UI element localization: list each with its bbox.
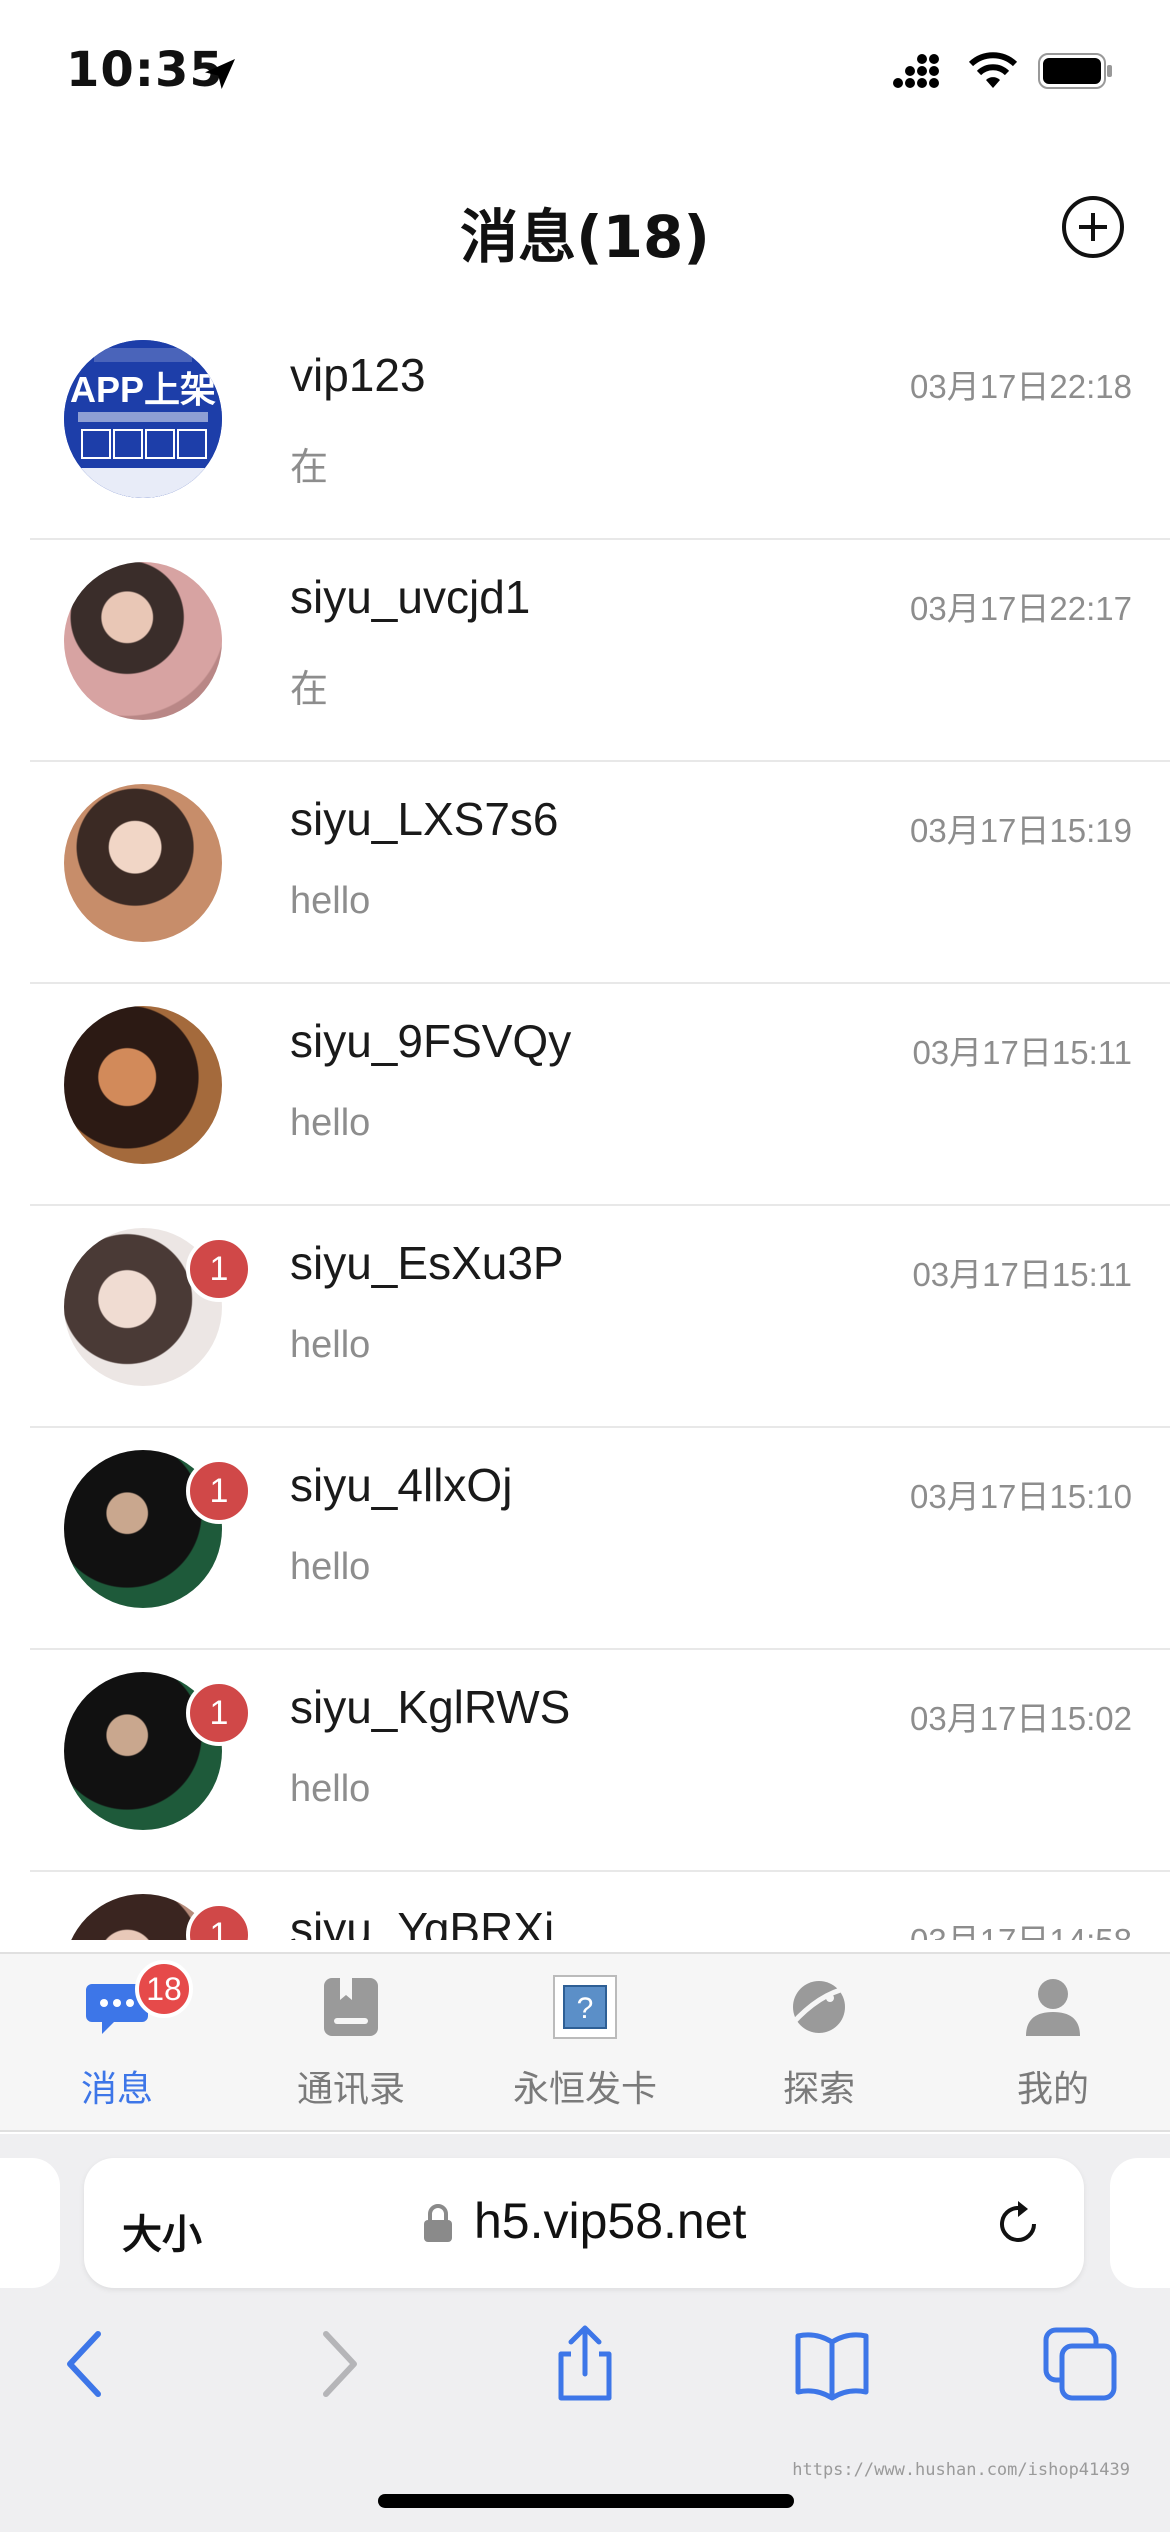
conversation-row[interactable]: APP上架 vip123 在 03月17日22:18 — [0, 318, 1170, 540]
avatar — [64, 784, 222, 942]
tab-unread-badge: 18 — [135, 1960, 193, 2018]
unread-badge: 1 — [186, 1458, 252, 1524]
share-button[interactable] — [545, 2324, 625, 2404]
contact-name: siyu_EsXu3P — [290, 1237, 564, 1289]
tab-bar: 18 消息 通讯录 ? 永恒发卡 探索 我的 — [0, 1952, 1170, 2132]
contact-name: siyu_9FSVQy — [290, 1015, 572, 1067]
conversation-row[interactable]: 1 siyu_YqBRXi 03月17日14:58 — [0, 1872, 1170, 1940]
last-message: hello — [290, 1324, 371, 1366]
avatar — [64, 562, 222, 720]
watermark-text: https://www.hushan.com/ishop41439 — [792, 2460, 1130, 2480]
contact-name: siyu_LXS7s6 — [290, 793, 559, 845]
header: 消息(18) — [0, 150, 1170, 300]
reload-icon[interactable] — [992, 2198, 1044, 2250]
contact-name: siyu_uvcjd1 — [290, 571, 531, 623]
conversation-row[interactable]: 1 siyu_4llxOj hello 03月17日15:10 — [0, 1428, 1170, 1650]
last-message: hello — [290, 1768, 371, 1810]
contact-name: vip123 — [290, 349, 426, 401]
last-message: hello — [290, 1102, 371, 1144]
message-time: 03月17日22:17 — [910, 590, 1132, 627]
tabs-button[interactable] — [1040, 2324, 1120, 2404]
last-message: hello — [290, 880, 371, 922]
person-icon — [1026, 1979, 1080, 2036]
home-indicator[interactable] — [378, 2494, 794, 2508]
message-time: 03月17日15:02 — [910, 1700, 1132, 1737]
conversation-row[interactable]: 1 siyu_EsXu3P hello 03月17日15:11 — [0, 1206, 1170, 1428]
last-message: 在 — [290, 669, 329, 711]
last-message: hello — [290, 1546, 371, 1588]
browser-chrome: 大小 h5.vip58.net https://www.hushan.com/i… — [0, 2134, 1170, 2532]
message-time: 03月17日22:18 — [910, 368, 1132, 405]
wifi-icon — [968, 52, 1018, 88]
tab-me[interactable]: 我的 — [953, 1974, 1153, 2124]
address-bar[interactable]: 大小 h5.vip58.net — [84, 2158, 1084, 2288]
question-mark-image-icon: ? — [553, 1975, 617, 2039]
svg-text:?: ? — [577, 1992, 594, 2025]
bookmarks-button[interactable] — [792, 2324, 872, 2404]
conversation-row[interactable]: siyu_9FSVQy hello 03月17日15:11 — [0, 984, 1170, 1206]
previous-tab-card[interactable] — [0, 2158, 60, 2288]
status-bar: 10:35 — [0, 0, 1170, 150]
avatar — [64, 1006, 222, 1164]
contact-name: siyu_KglRWS — [290, 1681, 571, 1733]
add-button[interactable] — [1061, 195, 1125, 259]
url-text: h5.vip58.net — [474, 2193, 747, 2249]
avatar-logo-text: APP上架 — [70, 369, 216, 410]
last-message: 在 — [290, 447, 329, 489]
next-tab-card[interactable] — [1110, 2158, 1170, 2288]
conversation-list[interactable]: APP上架 vip123 在 03月17日22:18 siyu_uvcjd1 在… — [0, 318, 1170, 1940]
tab-label: 消息 — [80, 2069, 153, 2110]
battery-icon — [1038, 53, 1112, 89]
message-time: 03月17日14:58 — [910, 1914, 1132, 1940]
back-button[interactable] — [46, 2324, 126, 2404]
tab-card[interactable]: ? 永恒发卡 — [485, 1974, 685, 2124]
conversation-row[interactable]: 1 siyu_KglRWS hello 03月17日15:02 — [0, 1650, 1170, 1872]
conversation-row[interactable]: siyu_uvcjd1 在 03月17日22:17 — [0, 540, 1170, 762]
lock-icon — [424, 2204, 452, 2242]
tab-explore[interactable]: 探索 — [719, 1974, 919, 2124]
message-time: 03月17日15:11 — [912, 1256, 1132, 1293]
message-time: 03月17日15:10 — [910, 1478, 1132, 1515]
avatar: APP上架 — [64, 340, 222, 498]
message-time: 03月17日15:11 — [912, 1034, 1132, 1071]
contact-name: siyu_4llxOj — [290, 1459, 513, 1511]
location-arrow-icon — [205, 59, 235, 89]
contact-name: siyu_YqBRXi — [290, 1903, 555, 1940]
tab-label: 通讯录 — [296, 2069, 405, 2110]
tab-label: 永恒发卡 — [512, 2069, 657, 2110]
forward-button[interactable] — [298, 2324, 378, 2404]
tab-label: 我的 — [1016, 2069, 1089, 2110]
unread-badge: 1 — [186, 1236, 252, 1302]
tab-messages[interactable]: 18 消息 — [17, 1960, 217, 2124]
unread-badge: 1 — [186, 1680, 252, 1746]
cellular-signal-icon — [893, 54, 939, 88]
conversation-row[interactable]: siyu_LXS7s6 hello 03月17日15:19 — [0, 762, 1170, 984]
text-size-button[interactable]: 大小 — [122, 2202, 202, 2260]
message-time: 03月17日15:19 — [910, 812, 1132, 849]
unread-badge: 1 — [186, 1902, 252, 1940]
tab-label: 探索 — [782, 2069, 855, 2110]
page-title: 消息(18) — [460, 203, 710, 271]
tab-contacts[interactable]: 通讯录 — [251, 1974, 451, 2124]
planet-icon — [790, 1981, 849, 2033]
contacts-book-icon — [324, 1978, 378, 2036]
